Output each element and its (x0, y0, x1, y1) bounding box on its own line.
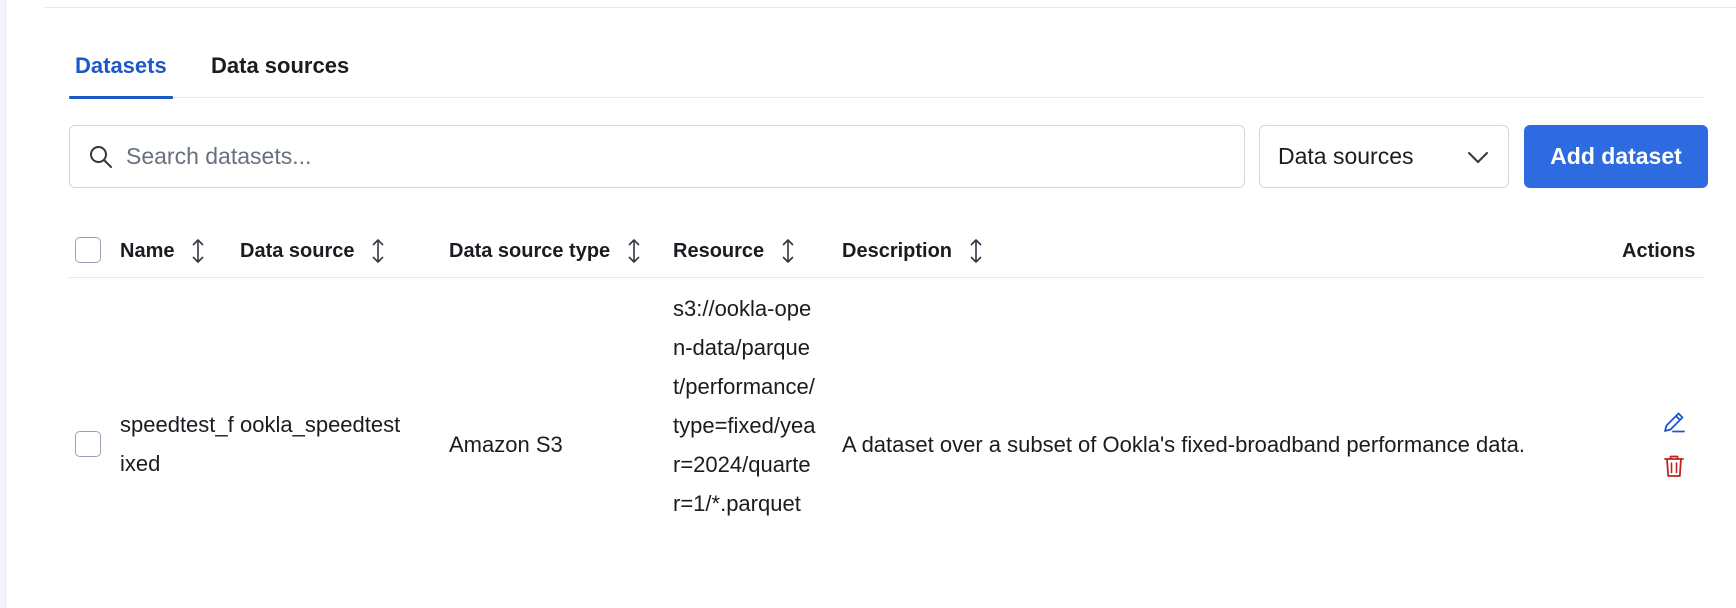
column-header-actions: Actions (1622, 239, 1696, 262)
tab-bar: Datasets Data sources (69, 46, 1705, 99)
sort-icon (782, 238, 794, 263)
search-icon (90, 146, 112, 168)
top-divider (44, 7, 1736, 8)
row-checkbox[interactable] (75, 431, 101, 457)
search-input[interactable] (126, 126, 1226, 187)
tab-datasets[interactable]: Datasets (69, 46, 173, 99)
chevron-down-icon (1468, 152, 1488, 163)
trash-icon[interactable] (1661, 453, 1687, 479)
sort-icon (192, 238, 204, 263)
cell-data-source-type: Amazon S3 (449, 432, 563, 457)
add-dataset-button[interactable]: Add dataset (1524, 125, 1708, 188)
data-sources-select[interactable]: Data sources (1259, 125, 1509, 188)
sort-icon (372, 238, 384, 263)
column-header-resource[interactable]: Resource (673, 222, 796, 278)
sort-icon (970, 238, 982, 263)
pencil-icon[interactable] (1661, 409, 1687, 435)
cell-name: speedtest_fixed (120, 412, 234, 476)
column-header-data-source[interactable]: Data source (240, 222, 386, 278)
data-sources-select-value: Data sources (1278, 143, 1414, 169)
table-row[interactable]: speedtest_fixed ookla_speedtest Amazon S… (69, 278, 1705, 608)
column-header-description[interactable]: Description (842, 222, 984, 278)
column-header-data-source-type[interactable]: Data source type (449, 222, 642, 278)
sort-icon (628, 238, 640, 263)
cell-data-source: ookla_speedtest (240, 412, 401, 437)
cell-resource: s3://ookla-open-data/parquet/performance… (673, 296, 816, 516)
column-header-name[interactable]: Name (120, 222, 206, 278)
tab-data-sources[interactable]: Data sources (211, 46, 349, 98)
left-panel-edge (0, 0, 6, 608)
search-box[interactable] (69, 125, 1245, 188)
select-all-checkbox[interactable] (75, 237, 101, 263)
table-header: Name Data source Data source type Resour… (69, 222, 1705, 278)
cell-description: A dataset over a subset of Ookla's fixed… (842, 432, 1525, 457)
